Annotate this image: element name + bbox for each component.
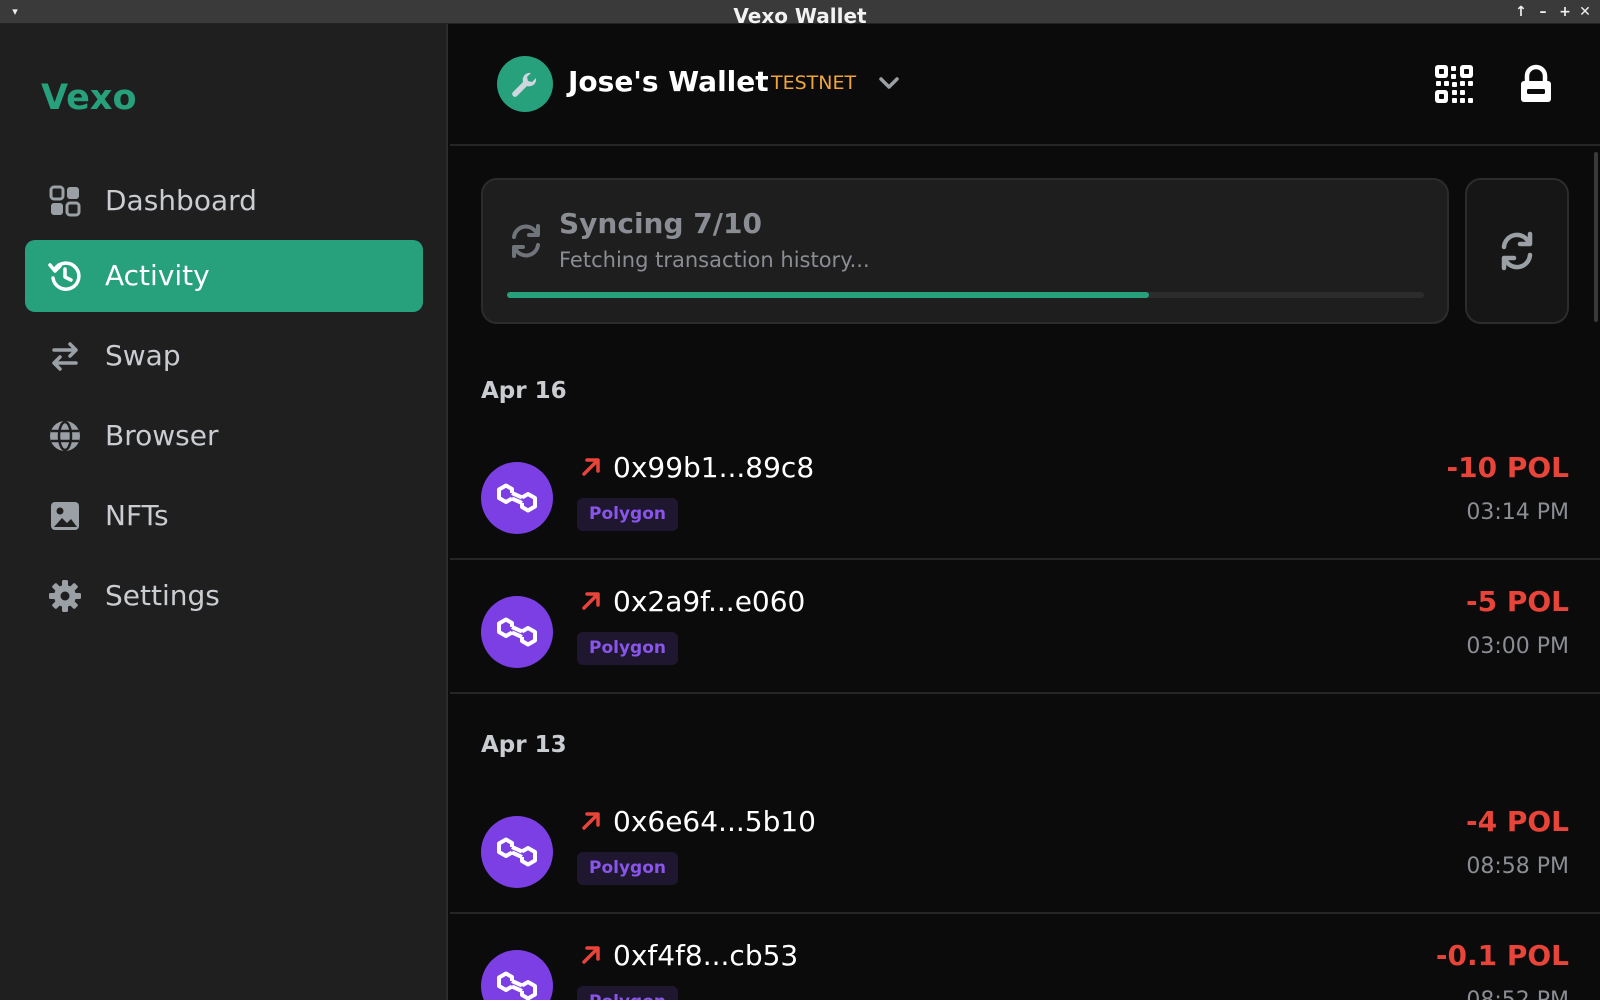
transaction-address: 0x2a9f...e060: [613, 585, 806, 618]
chain-badge: Polygon: [577, 852, 678, 885]
sync-subtitle: Fetching transaction history...: [559, 248, 870, 272]
chevron-down-icon[interactable]: [876, 72, 902, 94]
transaction-amount: -10 POL: [1446, 451, 1570, 484]
transaction-row[interactable]: 0x6e64...5b10 Polygon -4 POL 08:58 PM: [450, 782, 1600, 914]
transaction-amount: -4 POL: [1465, 805, 1569, 838]
window-maximize-up-icon[interactable]: ↑: [1512, 3, 1530, 21]
gear-icon: [49, 580, 81, 612]
transaction-time: 03:00 PM: [1466, 634, 1569, 659]
globe-icon: [50, 420, 80, 452]
sidebar-item-nfts[interactable]: NFTs: [25, 480, 423, 552]
brand-logo: Vexo: [41, 78, 137, 118]
sidebar-item-browser[interactable]: Browser: [25, 400, 423, 472]
polygon-logo-icon: [481, 462, 553, 534]
wallet-header: Jose's Wallet TESTNET: [450, 24, 1600, 146]
date-group-header: Apr 13: [481, 732, 567, 758]
sync-progress-fill: [507, 292, 1149, 298]
refresh-icon: [1501, 231, 1533, 271]
sidebar-item-label: NFTs: [105, 499, 169, 532]
outgoing-arrow-icon: [582, 946, 600, 964]
outgoing-arrow-icon: [582, 812, 600, 830]
sidebar-item-dashboard[interactable]: Dashboard: [25, 165, 423, 237]
chain-badge: Polygon: [577, 986, 678, 1000]
polygon-logo-icon: [481, 816, 553, 888]
network-badge: TESTNET: [771, 72, 857, 94]
dashboard-icon: [49, 185, 81, 217]
date-group-header: Apr 16: [481, 378, 567, 404]
transaction-row[interactable]: 0x2a9f...e060 Polygon -5 POL 03:00 PM: [450, 562, 1600, 694]
transaction-time: 08:58 PM: [1466, 854, 1569, 879]
sidebar-item-label: Swap: [105, 339, 181, 372]
sidebar-item-label: Browser: [105, 419, 219, 452]
sync-title: Syncing 7/10: [559, 207, 762, 240]
window-title: Vexo Wallet: [733, 4, 867, 24]
wallet-avatar[interactable]: [497, 56, 553, 112]
outgoing-arrow-icon: [582, 592, 600, 610]
qr-code-icon[interactable]: [1434, 64, 1474, 104]
transaction-address: 0x6e64...5b10: [613, 805, 816, 838]
polygon-logo-icon: [481, 950, 553, 1000]
image-icon: [51, 502, 79, 530]
sync-status-card: Syncing 7/10 Fetching transaction histor…: [481, 178, 1449, 324]
transaction-amount: -0.1 POL: [1435, 939, 1569, 972]
transaction-address: 0x99b1...89c8: [613, 451, 815, 484]
activity-content[interactable]: Syncing 7/10 Fetching transaction histor…: [450, 148, 1600, 1000]
transaction-row[interactable]: 0xf4f8...cb53 Polygon -0.1 POL 08:52 PM: [450, 916, 1600, 1000]
sidebar-item-settings[interactable]: Settings: [25, 560, 423, 632]
activity-history-icon: [48, 261, 81, 291]
outgoing-arrow-icon: [582, 458, 600, 476]
swap-arrows-icon: [52, 342, 78, 371]
transaction-address: 0xf4f8...cb53: [613, 939, 799, 972]
sidebar-item-swap[interactable]: Swap: [25, 320, 423, 392]
window-titlebar: ▾ Vexo Wallet ↑ – + ✕: [0, 0, 1600, 24]
polygon-logo-icon: [481, 596, 553, 668]
sidebar: Vexo Dashboard Activity Swap Browser NFT…: [0, 24, 448, 1000]
transaction-time: 03:14 PM: [1466, 500, 1569, 525]
sync-progress-bar: [507, 292, 1424, 298]
sidebar-item-label: Dashboard: [105, 184, 257, 217]
wallet-name[interactable]: Jose's Wallet: [568, 64, 769, 100]
chain-badge: Polygon: [577, 632, 678, 665]
sidebar-item-label: Activity: [105, 259, 210, 292]
chain-badge: Polygon: [577, 498, 678, 531]
refresh-button[interactable]: [1465, 178, 1569, 324]
transaction-row[interactable]: 0x99b1...89c8 Polygon -10 POL 03:14 PM: [450, 428, 1600, 560]
window-close-icon[interactable]: ✕: [1576, 3, 1594, 21]
wrench-icon: [512, 72, 537, 97]
sidebar-item-activity[interactable]: Activity: [25, 240, 423, 312]
transaction-amount: -5 POL: [1465, 585, 1569, 618]
sidebar-item-label: Settings: [105, 579, 220, 612]
transaction-time: 08:52 PM: [1466, 986, 1569, 1000]
window-maximize-icon[interactable]: +: [1556, 3, 1574, 21]
lock-icon[interactable]: [1518, 64, 1554, 104]
sync-icon: [512, 224, 540, 258]
scrollbar[interactable]: [1594, 152, 1598, 322]
window-minimize-icon[interactable]: –: [1534, 3, 1552, 21]
